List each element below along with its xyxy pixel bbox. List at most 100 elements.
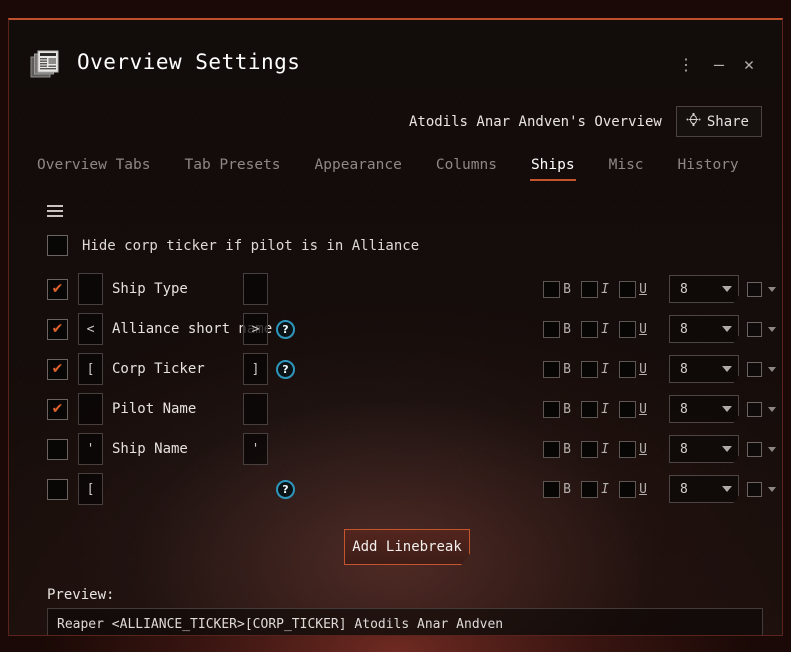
bold-toggle-corp-ticker[interactable]: B <box>543 360 572 378</box>
tab-misc[interactable]: Misc <box>592 153 661 183</box>
suffix-input-alliance-short-name[interactable]: > <box>243 313 268 345</box>
underline-toggle-ship-type[interactable]: U <box>619 280 648 298</box>
italic-toggle-corp-ticker[interactable]: I <box>581 360 610 378</box>
bold-checkbox-empty-slot[interactable] <box>543 480 560 498</box>
drag-handle-icon[interactable] <box>47 205 63 217</box>
row-label-corp-ticker: Corp Ticker <box>112 361 205 377</box>
italic-checkbox-pilot-name[interactable] <box>581 400 598 418</box>
color-picker-ship-type[interactable] <box>747 281 776 297</box>
chevron-down-icon[interactable] <box>768 446 776 452</box>
italic-toggle-pilot-name[interactable]: I <box>581 400 610 418</box>
minimize-button[interactable]: — <box>708 54 730 76</box>
color-swatch[interactable] <box>747 321 762 337</box>
help-icon-alliance-short-name[interactable]: ? <box>276 319 295 339</box>
underline-checkbox-empty-slot[interactable] <box>619 480 636 498</box>
tab-ships[interactable]: Ships <box>514 153 592 183</box>
underline-checkbox-pilot-name[interactable] <box>619 400 636 418</box>
italic-checkbox-ship-name[interactable] <box>581 440 598 458</box>
font-size-dropdown-pilot-name[interactable]: 8 <box>669 395 739 423</box>
enable-checkbox-pilot-name[interactable] <box>47 398 68 420</box>
font-size-dropdown-corp-ticker[interactable]: 8 <box>669 355 739 383</box>
italic-checkbox-ship-type[interactable] <box>581 280 598 298</box>
italic-toggle-alliance-short-name[interactable]: I <box>581 320 610 338</box>
prefix-input-ship-name[interactable]: ' <box>78 433 103 465</box>
preview-box: Reaper <ALLIANCE_TICKER>[CORP_TICKER] At… <box>47 608 763 635</box>
italic-checkbox-empty-slot[interactable] <box>581 480 598 498</box>
bold-letter: B <box>563 441 571 457</box>
underline-checkbox-alliance-short-name[interactable] <box>619 320 636 338</box>
italic-toggle-ship-type[interactable]: I <box>581 280 610 298</box>
prefix-input-pilot-name[interactable] <box>78 393 103 425</box>
tab-history[interactable]: History <box>661 153 756 183</box>
chevron-down-icon[interactable] <box>768 366 776 372</box>
preview-label: Preview: <box>47 587 115 603</box>
color-picker-empty-slot[interactable] <box>747 481 776 497</box>
enable-checkbox-corp-ticker[interactable] <box>47 358 68 380</box>
help-icon-corp-ticker[interactable]: ? <box>276 359 295 379</box>
bold-checkbox-ship-type[interactable] <box>543 280 560 298</box>
color-swatch[interactable] <box>747 401 762 417</box>
underline-checkbox-ship-name[interactable] <box>619 440 636 458</box>
bold-toggle-ship-type[interactable]: B <box>543 280 572 298</box>
bold-checkbox-pilot-name[interactable] <box>543 400 560 418</box>
enable-checkbox-ship-name[interactable] <box>47 438 68 460</box>
chevron-down-icon[interactable] <box>768 286 776 292</box>
documents-icon <box>29 47 63 81</box>
prefix-input-alliance-short-name[interactable]: < <box>78 313 103 345</box>
bold-checkbox-alliance-short-name[interactable] <box>543 320 560 338</box>
tab-overview-tabs[interactable]: Overview Tabs <box>35 153 168 183</box>
font-size-dropdown-empty-slot[interactable]: 8 <box>669 475 739 503</box>
window-titlebar: Overview Settings ⋮ — ✕ <box>9 20 782 90</box>
color-picker-pilot-name[interactable] <box>747 401 776 417</box>
bold-checkbox-corp-ticker[interactable] <box>543 360 560 378</box>
chevron-down-icon[interactable] <box>768 406 776 412</box>
suffix-input-ship-type[interactable] <box>243 273 268 305</box>
color-swatch[interactable] <box>747 281 762 297</box>
underline-checkbox-ship-type[interactable] <box>619 280 636 298</box>
italic-checkbox-alliance-short-name[interactable] <box>581 320 598 338</box>
enable-checkbox-ship-type[interactable] <box>47 278 68 300</box>
font-size-dropdown-ship-type[interactable]: 8 <box>669 275 739 303</box>
color-swatch[interactable] <box>747 481 762 497</box>
italic-toggle-ship-name[interactable]: I <box>581 440 610 458</box>
italic-checkbox-corp-ticker[interactable] <box>581 360 598 378</box>
add-linebreak-button[interactable]: Add Linebreak <box>344 529 470 565</box>
underline-toggle-corp-ticker[interactable]: U <box>619 360 648 378</box>
prefix-input-empty-slot[interactable]: [ <box>78 473 103 505</box>
bold-toggle-empty-slot[interactable]: B <box>543 480 572 498</box>
suffix-input-corp-ticker[interactable]: ] <box>243 353 268 385</box>
suffix-input-pilot-name[interactable] <box>243 393 268 425</box>
close-button[interactable]: ✕ <box>738 54 760 76</box>
underline-checkbox-corp-ticker[interactable] <box>619 360 636 378</box>
color-picker-corp-ticker[interactable] <box>747 361 776 377</box>
window-menu-icon[interactable]: ⋮ <box>675 54 697 76</box>
prefix-input-corp-ticker[interactable]: [ <box>78 353 103 385</box>
color-picker-alliance-short-name[interactable] <box>747 321 776 337</box>
share-button[interactable]: Share <box>675 106 762 137</box>
tab-tab-presets[interactable]: Tab Presets <box>168 153 298 183</box>
hide-corp-ticker-checkbox[interactable] <box>47 235 68 256</box>
enable-checkbox-empty-slot[interactable] <box>47 478 68 500</box>
prefix-input-ship-type[interactable] <box>78 273 103 305</box>
bold-toggle-pilot-name[interactable]: B <box>543 400 572 418</box>
color-swatch[interactable] <box>747 441 762 457</box>
underline-toggle-empty-slot[interactable]: U <box>619 480 648 498</box>
chevron-down-icon[interactable] <box>768 486 776 492</box>
underline-toggle-ship-name[interactable]: U <box>619 440 648 458</box>
chevron-down-icon[interactable] <box>768 326 776 332</box>
bold-toggle-ship-name[interactable]: B <box>543 440 572 458</box>
font-size-dropdown-ship-name[interactable]: 8 <box>669 435 739 463</box>
underline-toggle-alliance-short-name[interactable]: U <box>619 320 648 338</box>
color-picker-ship-name[interactable] <box>747 441 776 457</box>
italic-toggle-empty-slot[interactable]: I <box>581 480 610 498</box>
color-swatch[interactable] <box>747 361 762 377</box>
bold-checkbox-ship-name[interactable] <box>543 440 560 458</box>
underline-toggle-pilot-name[interactable]: U <box>619 400 648 418</box>
font-size-dropdown-alliance-short-name[interactable]: 8 <box>669 315 739 343</box>
tab-appearance[interactable]: Appearance <box>298 153 419 183</box>
tab-columns[interactable]: Columns <box>419 153 514 183</box>
help-icon-empty-slot[interactable]: ? <box>276 479 295 499</box>
suffix-input-ship-name[interactable]: ' <box>243 433 268 465</box>
enable-checkbox-alliance-short-name[interactable] <box>47 318 68 340</box>
bold-toggle-alliance-short-name[interactable]: B <box>543 320 572 338</box>
